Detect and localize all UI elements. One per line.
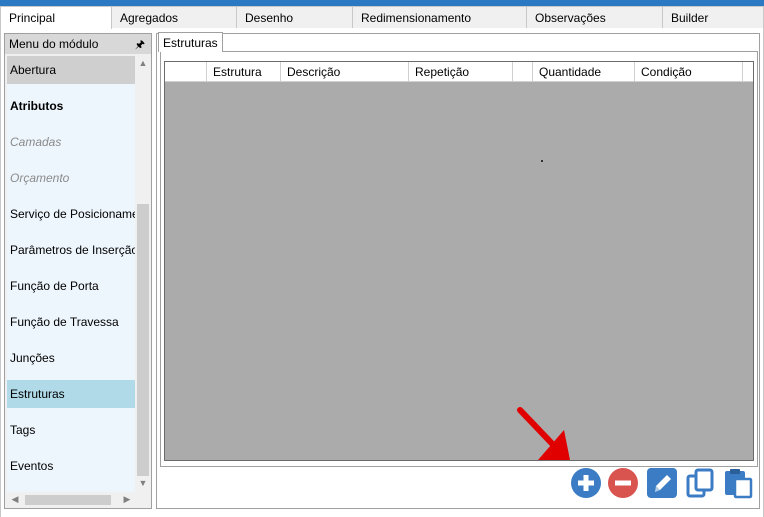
grid-col-condicao[interactable]: Condição — [635, 62, 743, 82]
sidebar-item-label: Função de Porta — [10, 279, 99, 293]
copy-button[interactable] — [684, 467, 716, 499]
scroll-left-icon[interactable]: ◀ — [9, 494, 21, 505]
sidebar-item-label: Atributos — [10, 99, 64, 113]
sidebar-item-eventos[interactable]: Eventos — [7, 452, 135, 480]
menu-horizontal-scroll-thumb[interactable] — [25, 495, 111, 505]
sidebar-item-label: Camadas — [10, 135, 62, 149]
sidebar-item-atributos[interactable]: Atributos — [7, 92, 135, 120]
sidebar-item-funcao-travessa[interactable]: Função de Travessa — [7, 308, 135, 336]
sidebar-item-label: Tags — [10, 423, 36, 437]
sidebar-item-camadas: Camadas — [7, 128, 135, 156]
tab-agregados[interactable]: Agregados — [111, 6, 237, 28]
red-arrow-annotation — [517, 407, 570, 460]
scroll-right-icon[interactable]: ▶ — [121, 494, 133, 505]
remove-button[interactable] — [607, 467, 639, 499]
grid-col-blank[interactable] — [513, 62, 533, 82]
tab-builder[interactable]: Builder — [662, 6, 764, 28]
menu-vertical-scrollbar[interactable]: ▲ ▼ — [136, 56, 150, 492]
sidebar-item-label: Orçamento — [10, 171, 70, 185]
tab-principal[interactable]: Principal — [0, 6, 112, 29]
paste-button[interactable] — [722, 467, 754, 499]
grid-col-descricao[interactable]: Descrição — [281, 62, 409, 82]
sidebar-item-estruturas[interactable]: Estruturas — [7, 380, 135, 408]
grid-speck — [541, 160, 543, 162]
module-menu-list: Abertura Atributos Camadas Orçamento Ser… — [7, 56, 135, 492]
grid-col-repeticao[interactable]: Repetição — [409, 62, 513, 82]
main-tab-strip: Principal Agregados Desenho Redimensiona… — [0, 6, 764, 29]
tab-label: Observações — [535, 11, 606, 25]
sidebar-item-label: Eventos — [10, 459, 54, 473]
grid-header: Estrutura Descrição Repetição Quantidade… — [165, 62, 753, 82]
sidebar-item-label: Parâmetros de Inserção — [10, 243, 135, 257]
sidebar-item-servico-posicionamento[interactable]: Serviço de Posicionamento — [7, 200, 135, 228]
sidebar-item-label: Função de Travessa — [10, 315, 119, 329]
tab-desenho[interactable]: Desenho — [236, 6, 353, 28]
edit-button[interactable] — [646, 467, 678, 499]
tab-label: Desenho — [245, 11, 294, 25]
grid-col-selector[interactable] — [165, 62, 207, 82]
sidebar-item-orcamento: Orçamento — [7, 164, 135, 192]
tab-label: Principal — [9, 11, 56, 25]
module-menu-title: Menu do módulo — [9, 37, 99, 51]
sidebar-item-tags[interactable]: Tags — [7, 416, 135, 444]
pin-icon[interactable]: 🖈︎ — [135, 36, 145, 55]
sidebar-item-label: Estruturas — [10, 387, 65, 401]
plus-icon — [571, 468, 601, 498]
module-menu-header: Menu do módulo 🖈︎ — [5, 34, 151, 54]
scroll-up-icon[interactable]: ▲ — [137, 58, 149, 68]
tab-observacoes[interactable]: Observações — [526, 6, 663, 28]
tab-label: Agregados — [120, 11, 179, 25]
add-button[interactable] — [570, 467, 602, 499]
sidebar-item-abertura[interactable]: Abertura — [7, 56, 135, 84]
minus-icon — [608, 468, 638, 498]
grid-col-quantidade[interactable]: Quantidade — [533, 62, 635, 82]
sidebar-item-juncoes[interactable]: Junções — [7, 344, 135, 372]
paste-icon — [725, 469, 753, 499]
tab-redimensionamento[interactable]: Redimensionamento — [352, 6, 527, 28]
copy-icon — [686, 468, 714, 498]
module-menu-panel: Menu do módulo 🖈︎ Abertura Atributos Cam… — [4, 33, 152, 509]
sidebar-item-label: Junções — [10, 351, 55, 365]
sidebar-item-label: Serviço de Posicionamento — [10, 207, 135, 221]
tab-label: Redimensionamento — [361, 11, 472, 25]
sidebar-item-funcao-porta[interactable]: Função de Porta — [7, 272, 135, 300]
subtab-label: Estruturas — [163, 36, 218, 50]
tab-label: Builder — [671, 11, 709, 25]
pencil-icon — [647, 468, 677, 498]
grid-col-estrutura[interactable]: Estrutura — [207, 62, 281, 82]
menu-horizontal-scrollbar[interactable]: ◀ ▶ — [7, 492, 136, 507]
scroll-down-icon[interactable]: ▼ — [137, 478, 149, 488]
sidebar-item-parametros-insercao[interactable]: Parâmetros de Inserção — [7, 236, 135, 264]
menu-vertical-scroll-thumb[interactable] — [137, 204, 149, 476]
sidebar-item-label: Abertura — [10, 63, 57, 77]
estruturas-grid[interactable]: Estrutura Descrição Repetição Quantidade… — [164, 61, 754, 461]
tab-estruturas[interactable]: Estruturas — [158, 32, 223, 52]
